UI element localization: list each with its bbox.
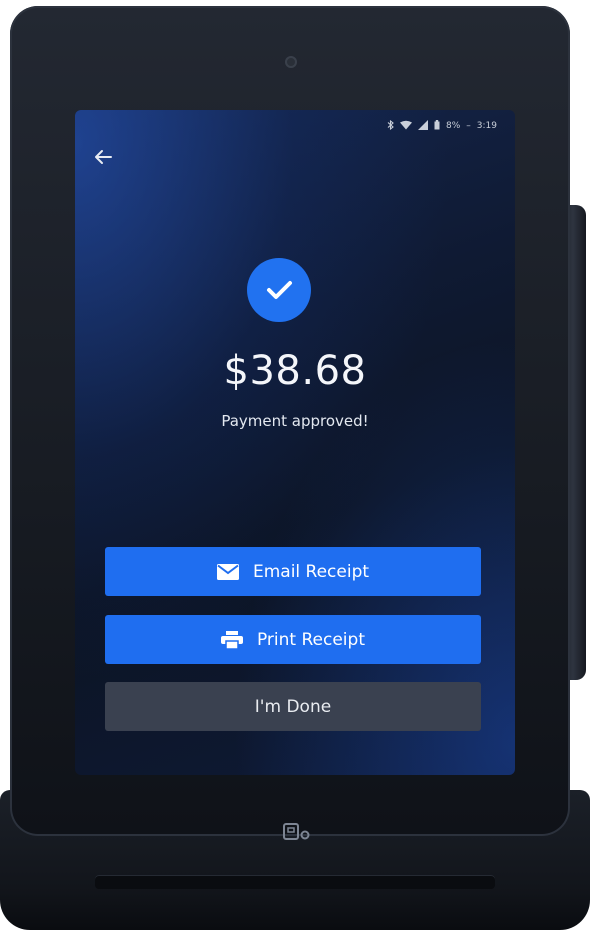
done-label: I'm Done — [254, 696, 332, 717]
arrow-left-icon[interactable] — [93, 148, 117, 168]
battery-percent: 8% — [446, 121, 461, 131]
checkmark-icon — [267, 281, 292, 299]
approved-badge — [247, 258, 311, 322]
bluetooth-icon — [387, 119, 394, 133]
payment-terminal-device: 8% – 3:19 $38.68 Payment approved! Email — [0, 0, 590, 930]
payment-status-message: Payment approved! — [221, 412, 369, 430]
front-camera — [285, 56, 297, 68]
payment-amount: $38.68 — [223, 348, 367, 394]
print-receipt-button[interactable]: Print Receipt — [105, 615, 481, 664]
signal-icon — [418, 119, 428, 133]
clock: 3:19 — [476, 121, 497, 131]
email-receipt-button[interactable]: Email Receipt — [105, 547, 481, 596]
done-button[interactable]: I'm Done — [105, 682, 481, 731]
printer-icon — [220, 630, 243, 649]
envelope-icon — [216, 563, 239, 580]
status-bar: 8% – 3:19 — [387, 118, 497, 134]
wifi-icon — [400, 120, 412, 133]
home-button-icon[interactable] — [283, 823, 311, 846]
battery-icon — [434, 119, 440, 133]
email-receipt-label: Email Receipt — [252, 561, 370, 582]
print-receipt-label: Print Receipt — [256, 629, 365, 650]
screen: 8% – 3:19 $38.68 Payment approved! Email — [75, 110, 515, 775]
status-separator: – — [466, 121, 471, 131]
card-slot — [95, 875, 495, 889]
